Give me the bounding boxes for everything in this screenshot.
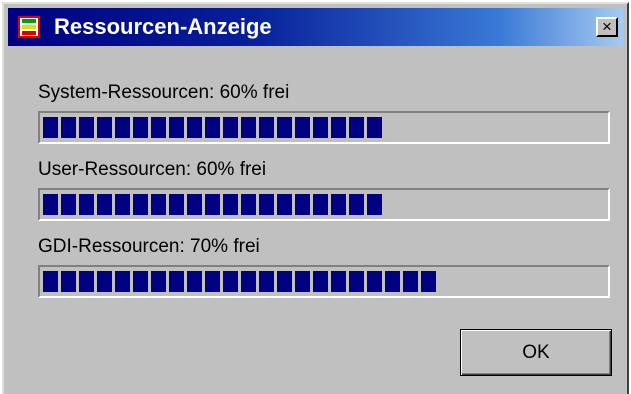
progress-segment <box>151 271 166 292</box>
progress-segment <box>367 271 382 292</box>
progress-segment <box>313 117 328 138</box>
progress-segment <box>367 117 382 138</box>
progress-segment <box>187 194 202 215</box>
progress-segment <box>277 117 292 138</box>
progress-segment <box>295 271 310 292</box>
progress-segment <box>385 271 400 292</box>
progress-segment <box>259 117 274 138</box>
resource-meter-dialog: Ressourcen-Anzeige × System-Ressourcen: … <box>2 2 629 394</box>
gdi-resources-bar <box>38 265 610 298</box>
progress-segment <box>115 194 130 215</box>
progress-segment <box>331 194 346 215</box>
progress-segment <box>223 271 238 292</box>
progress-segment <box>79 271 94 292</box>
progress-segment <box>223 117 238 138</box>
progress-segment <box>295 194 310 215</box>
progress-segment <box>115 271 130 292</box>
progress-segment <box>241 117 256 138</box>
progress-segment <box>43 117 58 138</box>
progress-segment <box>133 194 148 215</box>
progress-segment <box>403 271 418 292</box>
progress-segment <box>241 271 256 292</box>
progress-segment <box>79 194 94 215</box>
progress-segment <box>259 271 274 292</box>
window-title: Ressourcen-Anzeige <box>54 14 272 39</box>
progress-segment <box>205 117 220 138</box>
progress-segment <box>205 271 220 292</box>
system-resources-label: System-Ressourcen: 60% frei <box>38 82 290 103</box>
progress-segment <box>115 117 130 138</box>
progress-segment <box>151 194 166 215</box>
progress-segment <box>349 271 364 292</box>
title-bar[interactable]: Ressourcen-Anzeige × <box>8 8 623 46</box>
progress-segment <box>133 271 148 292</box>
user-resources-bar <box>38 188 610 221</box>
progress-segment <box>97 194 112 215</box>
progress-segment <box>331 271 346 292</box>
progress-segment <box>241 194 256 215</box>
progress-segment <box>295 117 310 138</box>
progress-segment <box>349 117 364 138</box>
progress-segment <box>97 117 112 138</box>
progress-segment <box>97 271 112 292</box>
progress-segment <box>61 117 76 138</box>
system-resources-bar <box>38 111 610 144</box>
progress-segment <box>151 117 166 138</box>
progress-segment <box>187 271 202 292</box>
progress-segment <box>313 194 328 215</box>
progress-segment <box>223 194 238 215</box>
progress-segment <box>349 194 364 215</box>
progress-segment <box>79 117 94 138</box>
progress-segment <box>61 194 76 215</box>
progress-segment <box>277 271 292 292</box>
progress-segment <box>331 117 346 138</box>
close-icon: × <box>602 17 612 36</box>
progress-segment <box>169 117 184 138</box>
progress-segment <box>421 271 436 292</box>
ok-button[interactable]: OK <box>460 329 612 376</box>
progress-segment <box>277 194 292 215</box>
user-resources-label: User-Ressourcen: 60% frei <box>38 159 267 180</box>
progress-segment <box>43 271 58 292</box>
close-button[interactable]: × <box>596 17 618 37</box>
progress-segment <box>259 194 274 215</box>
progress-segment <box>133 117 148 138</box>
gdi-resources-label: GDI-Ressourcen: 70% frei <box>38 236 260 257</box>
progress-segment <box>187 117 202 138</box>
progress-segment <box>61 271 76 292</box>
resource-meter-icon[interactable] <box>18 16 40 38</box>
progress-segment <box>169 271 184 292</box>
progress-segment <box>367 194 382 215</box>
progress-segment <box>43 194 58 215</box>
progress-segment <box>313 271 328 292</box>
progress-segment <box>205 194 220 215</box>
progress-segment <box>169 194 184 215</box>
